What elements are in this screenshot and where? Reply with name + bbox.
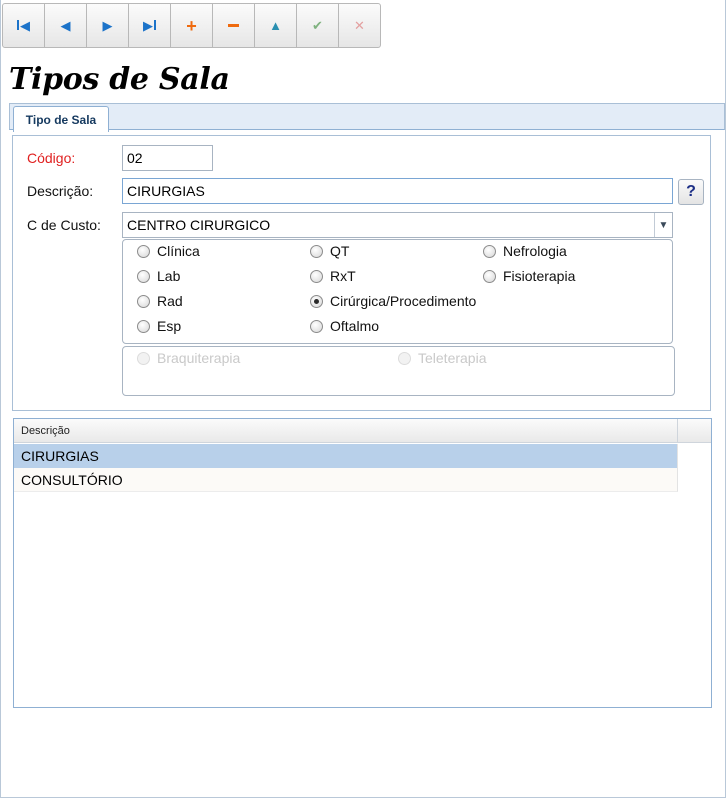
radio-clinica[interactable]: Clínica: [137, 243, 200, 259]
radio-dot: [137, 351, 150, 365]
add-icon: +: [186, 15, 197, 36]
radio-dot: [483, 269, 496, 283]
radio-dot: [483, 244, 496, 258]
radio-teleterapia: Teleterapia: [398, 350, 487, 366]
cancel-icon: ✕: [354, 18, 365, 33]
grid-header: Descrição: [14, 419, 711, 443]
descricao-label: Descrição:: [27, 183, 94, 199]
table-cell-descricao: CIRURGIAS: [21, 448, 99, 464]
codigo-label: Código:: [27, 150, 76, 166]
last-record-button[interactable]: ▶: [128, 3, 171, 48]
radio-dot: [137, 269, 150, 283]
codigo-field[interactable]: 02: [122, 145, 213, 171]
radio-rad[interactable]: Rad: [137, 293, 183, 309]
radio-dot: [310, 319, 323, 333]
help-icon: ?: [686, 183, 696, 200]
column-header-descricao[interactable]: Descrição: [14, 419, 678, 443]
centro-custo-label: C de Custo:: [27, 217, 101, 233]
cancel-button[interactable]: ✕: [338, 3, 381, 48]
radio-fisioterapia[interactable]: Fisioterapia: [483, 268, 575, 284]
centro-custo-select[interactable]: CENTRO CIRURGICO ▼: [122, 212, 673, 238]
radio-dot: [398, 351, 411, 365]
next-record-icon: ▶: [102, 18, 113, 33]
radio-dot: [137, 319, 150, 333]
confirm-icon: ✔: [312, 18, 323, 33]
radio-cirurgica-procedimento[interactable]: Cirúrgica/Procedimento: [310, 293, 476, 309]
radio-dot: [137, 244, 150, 258]
tab-strip: Tipo de Sala: [9, 103, 725, 132]
descricao-field[interactable]: CIRURGIAS: [122, 178, 673, 204]
add-button[interactable]: +: [170, 3, 213, 48]
radio-qt[interactable]: QT: [310, 243, 349, 259]
table-row[interactable]: CONSULTÓRIO: [14, 468, 678, 492]
radio-dot: [310, 244, 323, 258]
radio-braquiterapia: Braquiterapia: [137, 350, 240, 366]
page-title: Tipos de Sala: [9, 62, 230, 97]
radio-lab[interactable]: Lab: [137, 268, 180, 284]
next-record-button[interactable]: ▶: [86, 3, 129, 48]
radio-rxt[interactable]: RxT: [310, 268, 356, 284]
table-row[interactable]: CIRURGIAS: [14, 444, 678, 468]
tab-tipo-de-sala[interactable]: Tipo de Sala: [13, 106, 109, 132]
first-record-button[interactable]: ◀: [2, 3, 45, 48]
previous-record-button[interactable]: ◀: [44, 3, 87, 48]
radio-dot-checked: [310, 294, 323, 308]
last-record-icon: ▶: [143, 19, 156, 32]
radio-dot: [310, 269, 323, 283]
radio-dot: [137, 294, 150, 308]
edit-button[interactable]: ▲: [254, 3, 297, 48]
tipo-radio-group: [122, 239, 673, 344]
chevron-down-icon[interactable]: ▼: [654, 213, 672, 237]
centro-custo-value: CENTRO CIRURGICO: [127, 217, 271, 233]
delete-button[interactable]: [212, 3, 255, 48]
radio-oftalmo[interactable]: Oftalmo: [310, 318, 379, 334]
first-record-icon: ◀: [17, 19, 30, 32]
edit-icon: ▲: [269, 18, 282, 33]
tipos-sala-grid: Descrição CIRURGIAS CONSULTÓRIO: [13, 418, 712, 708]
table-cell-descricao: CONSULTÓRIO: [21, 472, 123, 488]
previous-record-icon: ◀: [60, 18, 71, 33]
confirm-button[interactable]: ✔: [296, 3, 339, 48]
delete-icon: [228, 24, 239, 27]
radio-nefrologia[interactable]: Nefrologia: [483, 243, 567, 259]
radio-esp[interactable]: Esp: [137, 318, 181, 334]
help-button[interactable]: ?: [678, 179, 704, 205]
toolbar: ◀ ◀ ▶ ▶ + ▲ ✔ ✕: [2, 3, 381, 48]
